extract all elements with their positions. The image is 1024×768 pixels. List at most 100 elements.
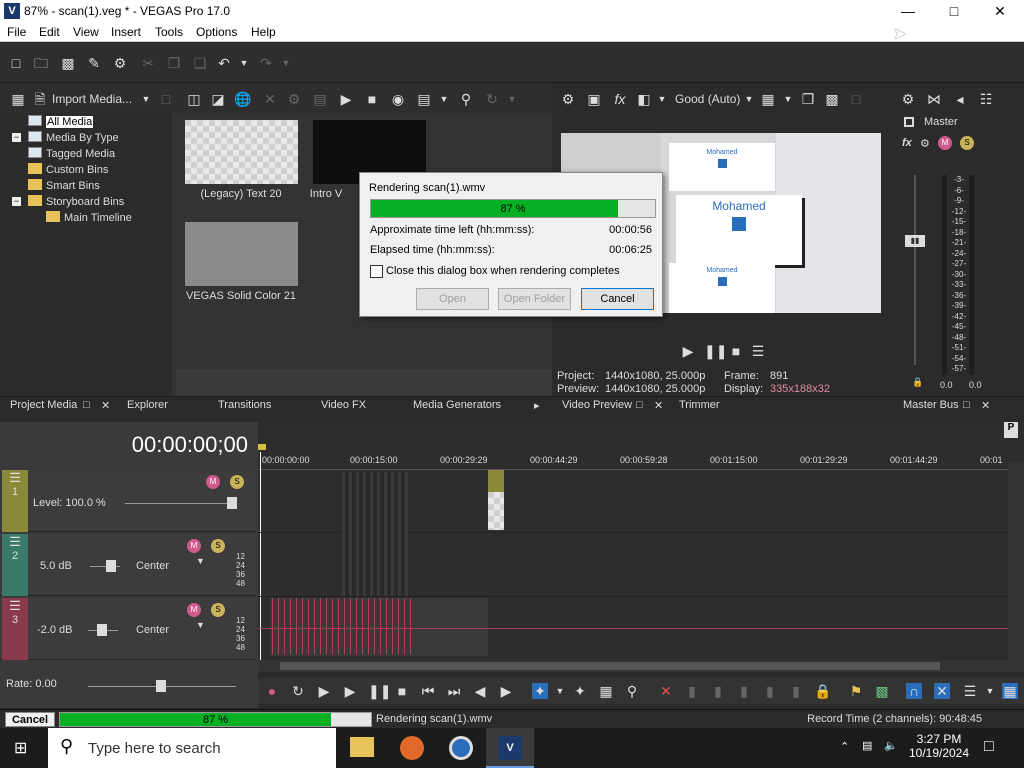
master-solo-icon[interactable]: S <box>960 136 974 150</box>
trim-start-icon[interactable]: ▮ <box>710 683 726 699</box>
close-on-complete-checkbox[interactable] <box>370 265 383 278</box>
master-fx-icon[interactable]: fx <box>902 137 912 149</box>
track-volume-handle[interactable] <box>106 560 116 572</box>
redo-dropdown-icon[interactable]: ▼ <box>278 55 294 71</box>
go-to-end-icon[interactable]: ⏭ <box>446 683 462 699</box>
preview-stop-icon[interactable]: ■ <box>728 343 744 359</box>
pause-icon[interactable]: ❚❚ <box>368 683 391 699</box>
time-ruler[interactable]: 00:00:00:00 00:00:15:00 00:00:29:29 00:0… <box>258 450 1008 470</box>
master-checkbox[interactable] <box>904 117 914 127</box>
split-icon[interactable]: ▮ <box>762 683 778 699</box>
trim-end-icon[interactable]: ▮ <box>736 683 752 699</box>
tab-maximize-icon[interactable]: □ <box>636 399 643 411</box>
master-fader-handle[interactable]: ▮▮ <box>905 235 925 247</box>
taskbar-search-box[interactable]: ⚲ Type here to search <box>48 728 336 768</box>
views-dropdown-icon[interactable]: ▼ <box>436 91 452 107</box>
insert-marker-icon[interactable]: ⚑ <box>848 683 864 699</box>
playhead[interactable] <box>260 452 261 662</box>
import-media-button[interactable]: Import Media... <box>52 92 132 106</box>
tree-item-media-by-type[interactable]: Media By Type <box>28 131 119 144</box>
menu-edit[interactable]: Edit <box>39 25 60 39</box>
pan-dropdown-icon[interactable]: ▼ <box>196 556 205 566</box>
properties-gear-icon[interactable]: ⚙ <box>112 55 128 71</box>
tab-close-icon[interactable]: ✕ <box>654 399 663 412</box>
search-icon[interactable]: ⚲ <box>458 91 474 107</box>
video-fx-icon[interactable]: fx <box>612 91 628 107</box>
auto-crossfade-icon[interactable]: ✕ <box>934 683 950 699</box>
lock-events-icon[interactable]: 🔒 <box>814 683 831 699</box>
timeline-area[interactable]: P 00:00:00:00 00:00:15:00 00:00:29:29 00… <box>258 422 1024 672</box>
marker-bar-icon[interactable]: P <box>1004 422 1018 438</box>
undo-dropdown-icon[interactable]: ▼ <box>236 55 252 71</box>
save-snapshot-icon[interactable]: ▩ <box>824 91 840 107</box>
tab-explorer[interactable]: Explorer <box>127 399 168 411</box>
lock-icon[interactable]: 🔒 <box>912 377 923 388</box>
ripple-edit-icon[interactable]: ☰ <box>962 683 978 699</box>
import-media-icon[interactable]: 🗎 <box>32 91 48 107</box>
preview-play-icon[interactable]: ▶ <box>680 343 696 359</box>
preview-settings-gear-icon[interactable]: ⚙ <box>560 91 576 107</box>
vertical-scrollbar[interactable] <box>1008 462 1024 662</box>
tab-maximize-icon[interactable]: □ <box>83 399 90 411</box>
tab-trimmer[interactable]: Trimmer <box>679 399 720 411</box>
tab-master-bus[interactable]: Master Bus <box>903 399 959 411</box>
refresh-dropdown-icon[interactable]: ▼ <box>504 91 520 107</box>
insert-region-icon[interactable]: ▩ <box>874 683 890 699</box>
tab-video-preview[interactable]: Video Preview <box>562 399 632 411</box>
save-icon[interactable]: ▩ <box>60 55 76 71</box>
get-media-icon[interactable]: ◫ <box>186 91 202 107</box>
menu-insert[interactable]: Insert <box>111 25 141 39</box>
tree-item-tagged-media[interactable]: Tagged Media <box>28 147 115 160</box>
tree-item-main-timeline[interactable]: Main Timeline <box>46 211 132 224</box>
preview-device-icon[interactable]: ▣ <box>586 91 602 107</box>
track-menu-icon[interactable]: ☰ <box>2 598 28 614</box>
menu-view[interactable]: View <box>73 25 99 39</box>
copy-snapshot-icon[interactable]: ❐ <box>800 91 816 107</box>
split-screen-icon[interactable]: ◧ <box>636 91 652 107</box>
track-solo-icon[interactable]: S <box>230 475 244 489</box>
play-icon[interactable]: ▶ <box>342 683 358 699</box>
track-solo-icon[interactable]: S <box>211 539 225 553</box>
track-volume-handle[interactable] <box>97 624 107 636</box>
tab-video-fx[interactable]: Video FX <box>321 399 366 411</box>
cancel-render-button[interactable]: Cancel <box>581 288 654 310</box>
status-cancel-button[interactable]: Cancel <box>5 712 55 727</box>
undo-icon[interactable]: ↶ <box>216 55 232 71</box>
thumb-legacy-text[interactable] <box>185 120 298 184</box>
master-mixer-icon[interactable]: ☷ <box>978 91 994 107</box>
windows-start-icon[interactable]: ⊞ <box>14 738 34 758</box>
horizontal-scroll-thumb[interactable] <box>280 662 940 670</box>
trim-icon[interactable]: ▮ <box>684 683 700 699</box>
prev-frame-icon[interactable]: ◀ <box>472 683 488 699</box>
new-icon[interactable]: □ <box>8 55 24 71</box>
redo-icon[interactable]: ↷ <box>258 55 274 71</box>
tab-close-icon[interactable]: ✕ <box>981 399 990 412</box>
file-explorer-icon[interactable] <box>350 737 374 757</box>
delete-icon[interactable]: ✕ <box>658 683 674 699</box>
audio-event-track-2[interactable] <box>342 472 408 596</box>
menu-help[interactable]: Help <box>251 25 276 39</box>
open-button[interactable]: Open <box>416 288 489 310</box>
thumb-solid-color[interactable] <box>185 222 298 286</box>
zoom-tool-icon[interactable]: ⚲ <box>624 683 640 699</box>
master-insert-icon[interactable]: ⋈ <box>926 91 942 107</box>
normal-edit-tool-icon[interactable]: ✦ <box>532 683 548 699</box>
event-fx-icon[interactable]: ▦ <box>1002 683 1018 699</box>
track-solo-icon[interactable]: S <box>211 603 225 617</box>
copy-icon[interactable]: ❐ <box>166 55 182 71</box>
stop-media-icon[interactable]: ■ <box>364 91 380 107</box>
master-settings-gear-icon[interactable]: ⚙ <box>900 91 916 107</box>
track-2-header[interactable]: ☰ 2 M S 5.0 dB Center ▼ 12 24 36 48 <box>0 534 256 596</box>
master-mute-icon[interactable]: M <box>938 136 952 150</box>
maximize-button[interactable]: □ <box>931 0 977 22</box>
tree-item-storyboard-bins[interactable]: Storyboard Bins <box>28 195 124 208</box>
remove-media-icon[interactable]: ◪ <box>210 91 226 107</box>
menu-options[interactable]: Options <box>196 25 237 39</box>
track-menu-icon[interactable]: ☰ <box>2 470 28 486</box>
track-mute-icon[interactable]: M <box>187 539 201 553</box>
volume-envelope[interactable] <box>258 628 1008 629</box>
tab-transitions[interactable]: Transitions <box>218 399 271 411</box>
edit-tool-dropdown-icon[interactable]: ▼ <box>552 683 568 699</box>
track-mute-icon[interactable]: M <box>206 475 220 489</box>
tab-scroll-right-icon[interactable]: ▸ <box>534 399 540 412</box>
